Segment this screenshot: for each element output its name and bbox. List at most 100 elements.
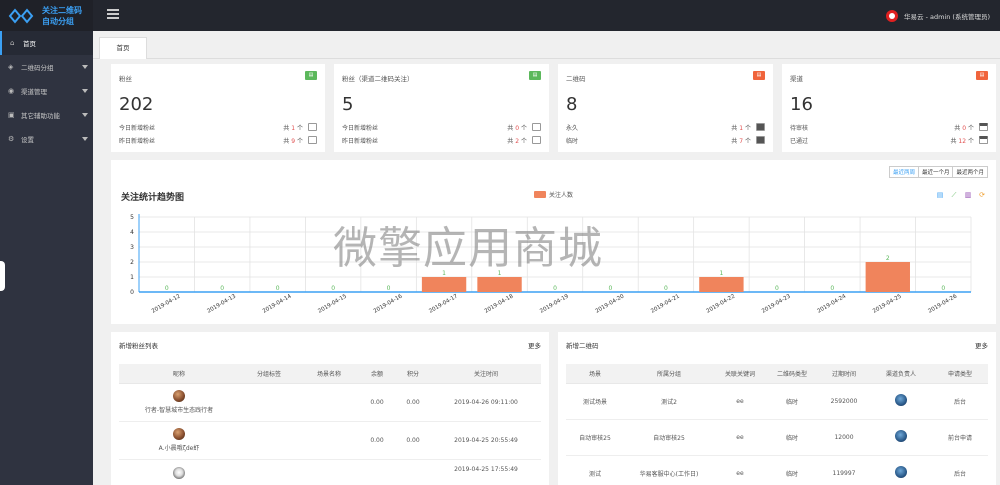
stat-card-channels: 渠道 ▤ 16 待审核 共 0 个 已通过 共 12 个: [782, 64, 996, 152]
column-header[interactable]: 所属分组: [624, 364, 714, 384]
x-tick-label: 2019-04-20: [595, 293, 626, 314]
sidebar-item-settings[interactable]: ⚙ 设置: [0, 127, 93, 151]
stat-title: 二维码: [566, 75, 586, 83]
column-header[interactable]: 分组标签: [239, 364, 299, 384]
stat-row-label: 昨日新增粉丝: [119, 138, 156, 145]
stat-row: 昨日新增粉丝 共 9 个: [119, 136, 317, 146]
sidebar-item-label: 其它辅助功能: [21, 112, 60, 120]
table-row[interactable]: 行者-智慧城市生态践行者 0.00 0.00 2019-04-26 09:11:…: [119, 383, 541, 422]
column-header[interactable]: 场景名称: [299, 364, 359, 384]
menu-toggle-icon[interactable]: [107, 9, 119, 21]
x-tick-label: 2019-04-22: [706, 294, 737, 315]
table-row[interactable]: 自动审核25 自动审核25 ee 临时 12000 前台申请: [566, 419, 988, 456]
fan-points-cell: [395, 459, 431, 485]
fan-scene-cell: [299, 383, 359, 422]
stat-row-label: 临时: [566, 138, 579, 145]
user-name: 华易云 - admin (系统管理员): [904, 13, 990, 21]
qr-group-cell: 测试2: [624, 383, 714, 420]
sidebar-item-label: 渠道管理: [21, 88, 47, 96]
fan-tag-cell: [239, 421, 299, 460]
sidebar-item-label: 设置: [21, 136, 34, 144]
stat-value: 8: [566, 94, 578, 115]
avatar: [895, 393, 907, 406]
column-header[interactable]: 过期时间: [818, 364, 870, 384]
user-icon: [532, 123, 541, 131]
home-icon: ⌂: [10, 39, 15, 47]
y-tick-label: 3: [130, 244, 134, 251]
bar-value-label: 0: [609, 285, 613, 292]
avatar: [173, 466, 185, 479]
x-tick-label: 2019-04-18: [484, 293, 515, 314]
chevron-down-icon: [82, 113, 88, 117]
stat-row: 已通过 共 12 个: [790, 136, 988, 146]
table-row[interactable]: A.小晨哦ζde虾 0.00 0.00 2019-04-25 20:55:49: [119, 421, 541, 460]
fan-time-cell: 2019-04-26 09:11:00: [431, 383, 541, 422]
stat-row-count: 共 12 个: [950, 138, 974, 145]
sidebar-item-channels[interactable]: ◉ 渠道管理: [0, 79, 93, 103]
user-menu[interactable]: 华易云 - admin (系统管理员): [886, 10, 990, 22]
x-tick-label: 2019-04-15: [317, 293, 348, 314]
fan-scene-cell: [299, 421, 359, 460]
bar-value-label: 0: [830, 285, 834, 292]
column-header[interactable]: 二维码类型: [766, 364, 818, 384]
more-link[interactable]: 更多: [975, 340, 988, 350]
table-row[interactable]: 测试 华易客服中心(工作日) ee 临时 119997 后台: [566, 455, 988, 485]
more-link[interactable]: 更多: [528, 340, 541, 350]
fan-balance-cell: [359, 459, 395, 485]
user-icon: [308, 123, 317, 131]
stat-row: 待审核 共 0 个: [790, 123, 988, 133]
column-header[interactable]: 昵称: [119, 364, 239, 384]
avatar: [895, 429, 907, 442]
column-header[interactable]: 关联关键词: [714, 364, 766, 384]
sidebar-item-home[interactable]: ⌂ 首页: [0, 31, 93, 55]
fan-nickname-cell: [119, 459, 239, 485]
logo[interactable]: 关注二维码 自动分组: [0, 0, 93, 31]
qrcodes-table: 场景 所属分组 关联关键词 二维码类型 过期时间 渠道负责人 申请类型 测试场景…: [566, 364, 988, 485]
stat-row-label: 待审核: [790, 125, 809, 132]
x-tick-label: 2019-04-23: [761, 293, 792, 314]
sidebar-item-label: 首页: [23, 40, 36, 48]
column-header[interactable]: 申请类型: [932, 364, 988, 384]
user-avatar: [886, 10, 899, 22]
qr-group-cell: 自动审核25: [624, 419, 714, 456]
tab-home[interactable]: 首页: [99, 37, 147, 59]
table-header-row: 场景 所属分组 关联关键词 二维码类型 过期时间 渠道负责人 申请类型: [566, 364, 988, 384]
qr-scene-cell: 测试场景: [566, 383, 624, 420]
sidebar-item-qr-groups[interactable]: ◈ 二维码分组: [0, 55, 93, 79]
chevron-down-icon: [82, 65, 88, 69]
table-row[interactable]: 测试场景 测试2 ee 临时 2592000 后台: [566, 383, 988, 420]
bar-value-label: 0: [387, 285, 391, 292]
panel-title: 新增粉丝列表: [119, 342, 158, 350]
qr-apply-cell: 后台: [932, 455, 988, 485]
chart-plot: 01234502019-04-1202019-04-1302019-04-140…: [130, 214, 972, 315]
qr-expire-cell: 2592000: [818, 383, 870, 420]
sidebar-drag-handle[interactable]: [0, 261, 5, 291]
x-tick-label: 2019-04-17: [428, 293, 459, 314]
logo-icon: [8, 8, 34, 24]
bar-value-label: 0: [775, 285, 779, 292]
stat-row-count: 共 7 个: [731, 138, 751, 145]
sidebar-item-other-tools[interactable]: ▣ 其它辅助功能: [0, 103, 93, 127]
avatar: [895, 465, 907, 478]
y-tick-label: 2: [130, 259, 134, 266]
fan-time-cell: 2019-04-25 17:55:49: [431, 459, 541, 485]
chevron-down-icon: [82, 89, 88, 93]
column-header[interactable]: 积分: [395, 364, 431, 384]
column-header[interactable]: 关注时间: [431, 364, 541, 384]
qr-owner-cell: [870, 455, 932, 485]
stat-value: 16: [790, 94, 813, 115]
fan-time-cell: 2019-04-25 20:55:49: [431, 421, 541, 460]
stat-row-label: 永久: [566, 125, 579, 132]
column-header[interactable]: 余额: [359, 364, 395, 384]
qr-keyword-cell: ee: [714, 419, 766, 456]
stat-value: 5: [342, 94, 354, 115]
column-header[interactable]: 场景: [566, 364, 624, 384]
column-header[interactable]: 渠道负责人: [870, 364, 932, 384]
bar-value-label: 0: [165, 285, 169, 292]
chevron-down-icon: [82, 137, 88, 141]
calendar-icon: [979, 136, 988, 144]
bar-value-label: 0: [553, 285, 557, 292]
table-row[interactable]: 2019-04-25 17:55:49: [119, 459, 541, 485]
x-tick-label: 2019-04-25: [872, 293, 903, 314]
table-header-row: 昵称 分组标签 场景名称 余额 积分 关注时间: [119, 364, 541, 384]
